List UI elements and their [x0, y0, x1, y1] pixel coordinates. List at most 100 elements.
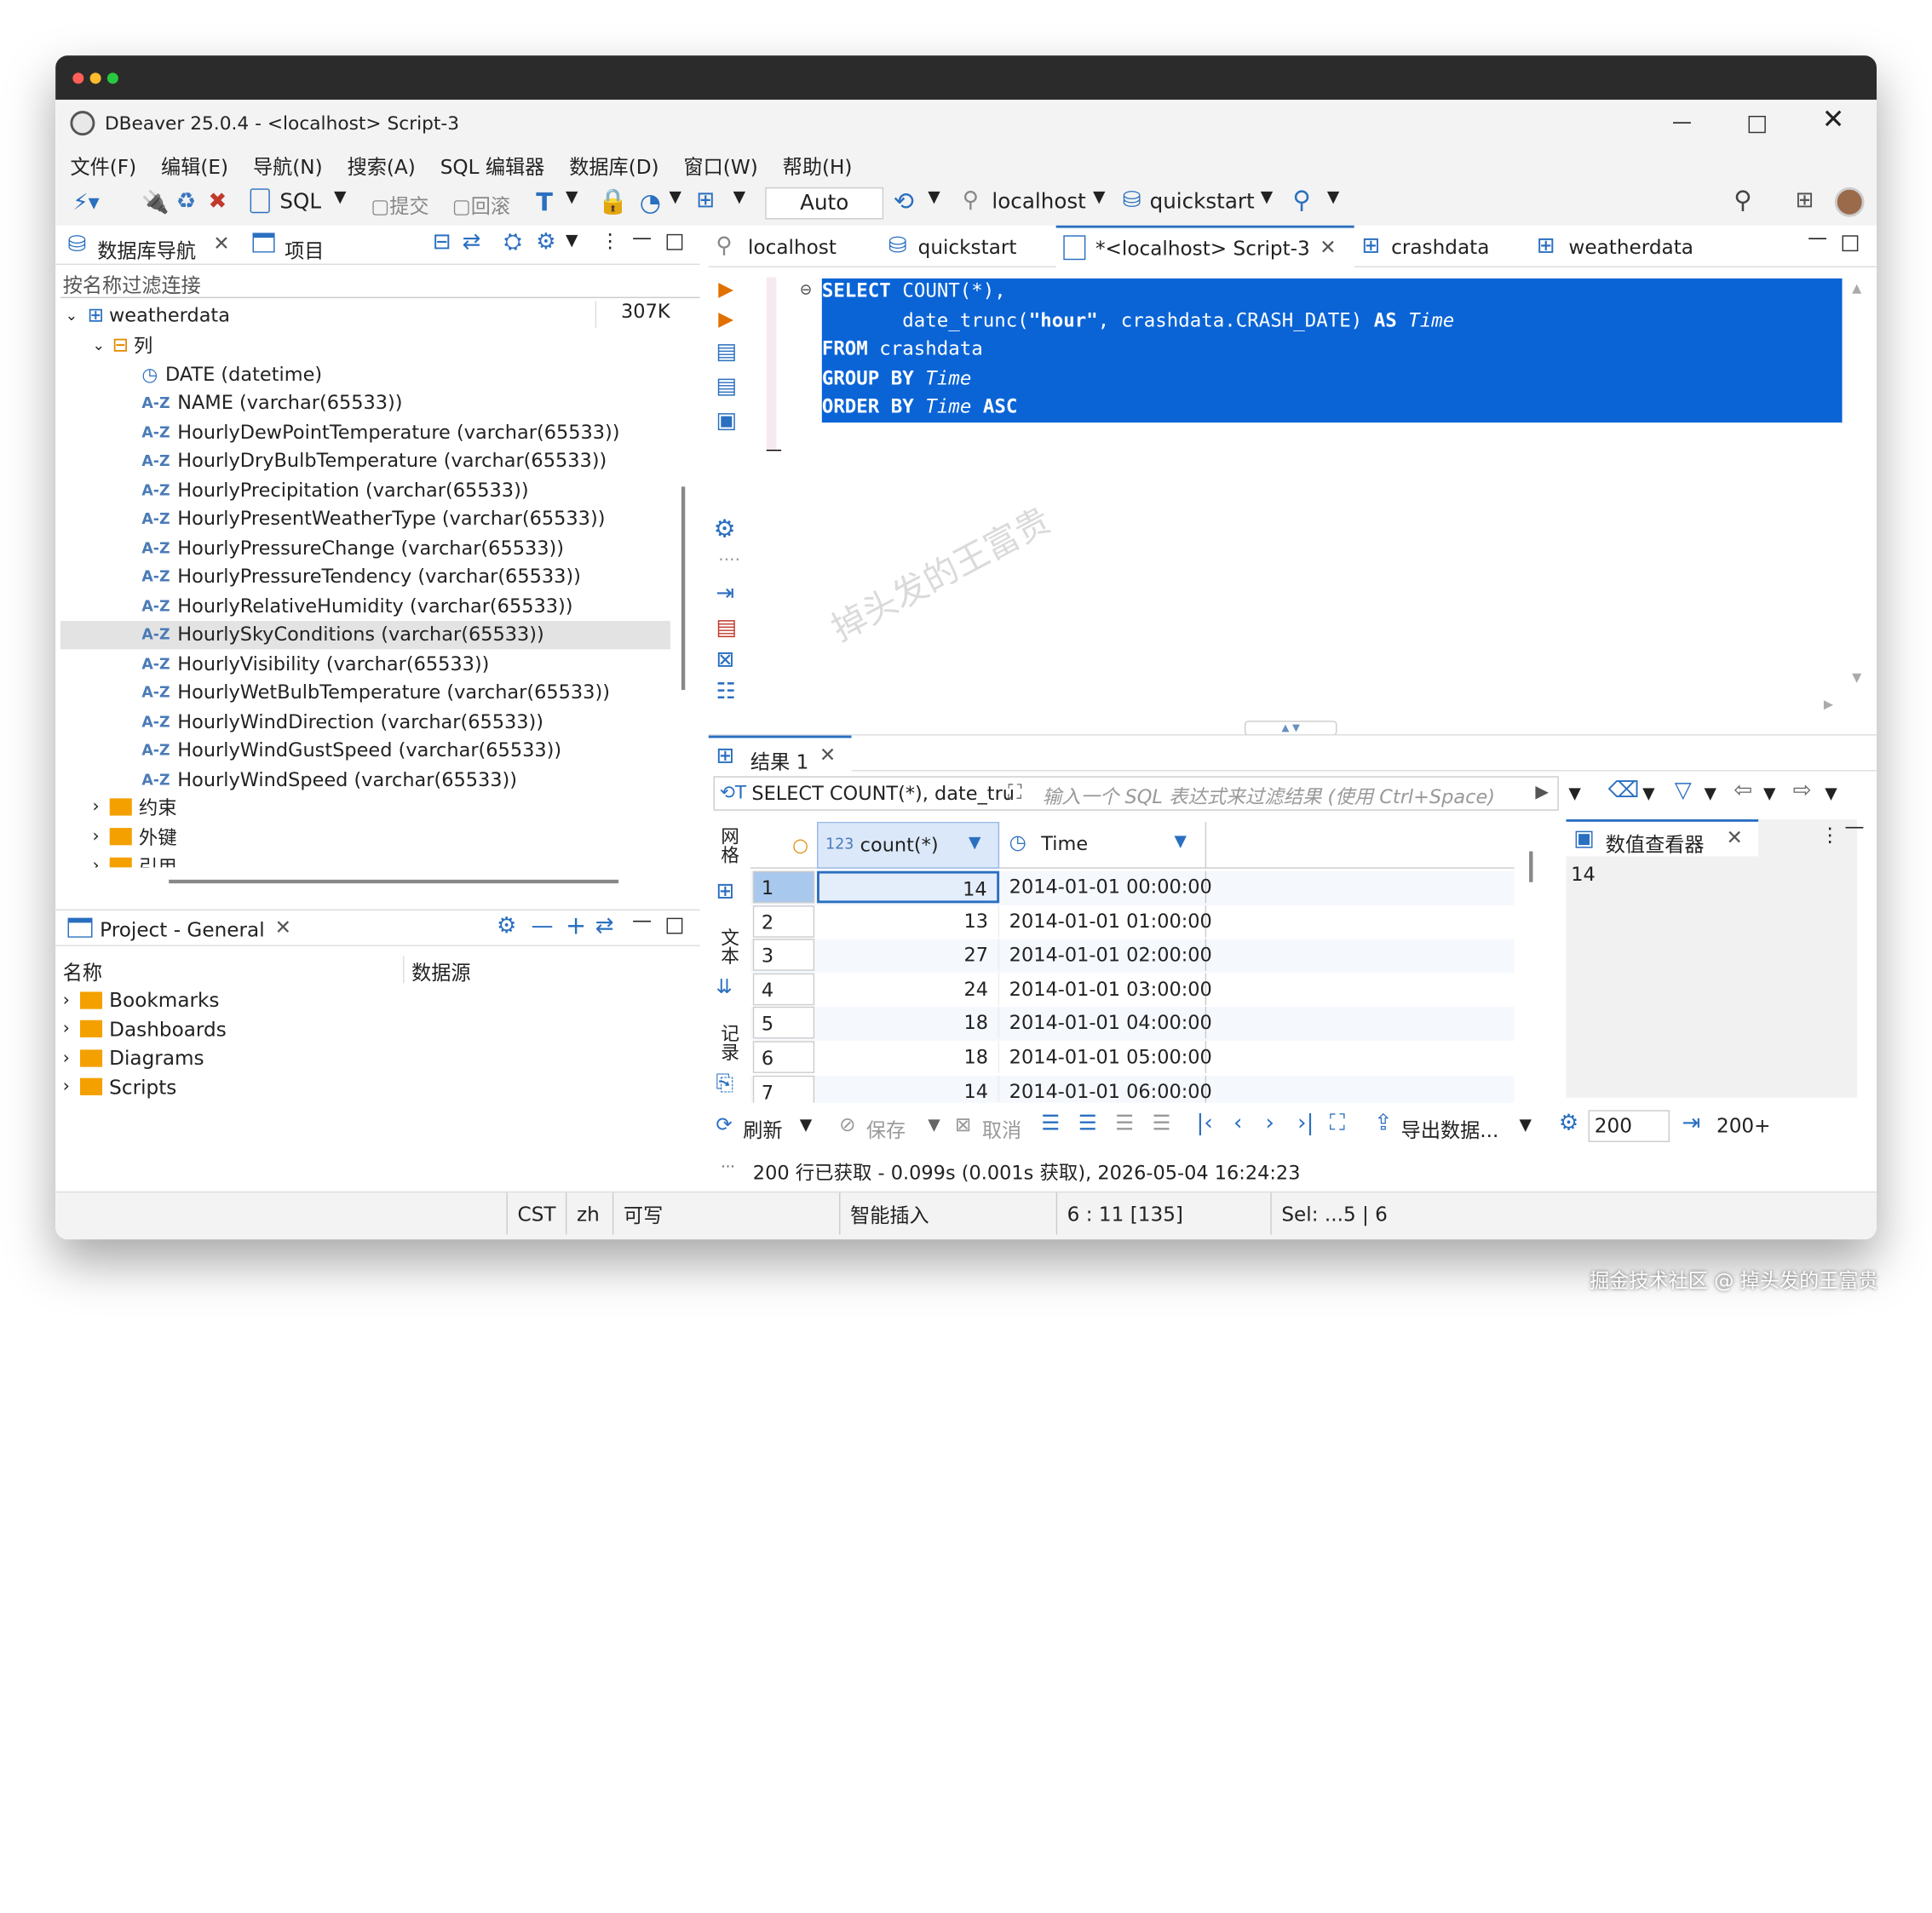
column-header-time[interactable]: ◷ Time ▼: [999, 821, 1207, 869]
menu-help[interactable]: 帮助(H): [783, 150, 853, 180]
cell-time[interactable]: 2014-01-01 03:00:00: [999, 973, 1212, 1006]
settings-icon[interactable]: ⚙: [714, 514, 736, 543]
table-row[interactable]: 6 18 2014-01-01 05:00:00: [750, 1041, 1515, 1076]
filter-history-icon[interactable]: ▼: [1568, 784, 1580, 803]
filter-icon[interactable]: ▽: [1675, 778, 1692, 803]
tree-column-row[interactable]: A-Z HourlySkyConditions (varchar(65533)): [60, 620, 670, 649]
tree-column-row[interactable]: A-Z HourlyWindGustSpeed (varchar(65533)): [60, 736, 670, 764]
history-dropdown-icon[interactable]: ▼: [928, 188, 940, 207]
cell-time[interactable]: 2014-01-01 01:00:00: [999, 905, 1212, 938]
menu-navigate[interactable]: 导航(N): [253, 150, 323, 180]
row-count-button[interactable]: 200+: [1716, 1114, 1771, 1137]
tab-localhost[interactable]: localhost: [748, 235, 837, 258]
terminal-icon[interactable]: ▣: [716, 408, 737, 434]
edit-row-icon[interactable]: ☰: [1041, 1112, 1060, 1136]
delete-row-icon[interactable]: ☰: [1152, 1112, 1170, 1136]
project-item[interactable]: › Bookmarks: [63, 985, 220, 1014]
minimize-dot[interactable]: [89, 72, 101, 84]
cell-count[interactable]: 24: [817, 973, 1000, 1006]
minimize-view-icon[interactable]: —: [632, 226, 652, 249]
datasource-dropdown-icon[interactable]: ▼: [1093, 188, 1105, 207]
navigator-vscrollbar[interactable]: [681, 486, 686, 691]
commit-button[interactable]: ▢提交: [371, 190, 428, 220]
chevron-right-icon[interactable]: ›: [63, 1019, 70, 1038]
maximize-view-icon[interactable]: [666, 233, 683, 250]
row-number[interactable]: 2: [752, 905, 815, 938]
tree-column-row[interactable]: ◷ DATE (datetime): [60, 359, 670, 388]
tree-references-folder[interactable]: › 引用: [60, 852, 177, 868]
cell-count[interactable]: 18: [817, 1041, 1000, 1073]
back-dropdown-icon[interactable]: ▼: [1763, 784, 1775, 803]
cell-time[interactable]: 2014-01-01 06:00:00: [999, 1075, 1212, 1103]
maximize-editor-icon[interactable]: [1842, 235, 1859, 252]
save-button[interactable]: 保存: [866, 1114, 906, 1144]
cancel-button[interactable]: 取消: [982, 1114, 1021, 1144]
tab-quickstart[interactable]: quickstart: [918, 235, 1017, 258]
close-window-button[interactable]: ✕: [1822, 105, 1845, 135]
fold-icon[interactable]: ⊖: [800, 281, 813, 298]
reconnect-icon[interactable]: ♻: [176, 188, 196, 214]
refresh-dropdown-icon[interactable]: ▼: [800, 1117, 812, 1135]
cell-count[interactable]: 14: [817, 870, 1000, 904]
execute-in-new-tab-icon[interactable]: ▶: [718, 307, 733, 330]
tree-table-row[interactable]: ⌄ ⊞ weatherdata: [60, 301, 230, 329]
export-icon[interactable]: ⇥: [716, 580, 734, 606]
new-connection-icon[interactable]: ⚡▾: [72, 190, 99, 215]
table-row[interactable]: 3 27 2014-01-01 02:00:00: [750, 939, 1515, 974]
tree-columns-folder[interactable]: ⌄ ⊟ 列: [60, 330, 152, 359]
panel-splitter[interactable]: ▲ ▼: [1244, 721, 1337, 736]
cell-time[interactable]: 2014-01-01 04:00:00: [999, 1007, 1212, 1039]
chevron-right-icon[interactable]: ›: [63, 1077, 70, 1096]
tree-column-row[interactable]: A-Z HourlyWindSpeed (varchar(65533)): [60, 765, 670, 793]
zoom-dot[interactable]: [106, 72, 118, 84]
rollback-button[interactable]: ▢回滚: [452, 190, 510, 220]
link-editor-icon[interactable]: ⇄: [595, 913, 614, 939]
scroll-right-icon[interactable]: ▶: [1824, 698, 1833, 712]
save-file-icon[interactable]: ⊠: [716, 646, 734, 672]
scroll-up-icon[interactable]: ▲: [1852, 282, 1861, 296]
apply-filter-icon[interactable]: ▶: [1535, 783, 1549, 802]
menu-file[interactable]: 文件(F): [70, 150, 136, 180]
cell-time[interactable]: 2014-01-01 02:00:00: [999, 939, 1212, 972]
table-row[interactable]: 4 24 2014-01-01 03:00:00: [750, 973, 1515, 1008]
project-panel-title[interactable]: Project - General: [100, 918, 264, 941]
minimize-window-button[interactable]: —: [1672, 110, 1692, 133]
active-datasource[interactable]: localhost: [992, 190, 1085, 215]
expand-icon[interactable]: ⛶: [1008, 780, 1021, 805]
tree-constraints-folder[interactable]: › 约束: [60, 792, 176, 820]
column-header-count[interactable]: 123 count(*) ▼: [817, 821, 1000, 869]
back-icon[interactable]: ⇦: [1734, 778, 1752, 803]
filter-dropdown-icon[interactable]: ▼: [1705, 784, 1716, 803]
minimize-editor-icon[interactable]: —: [1808, 226, 1827, 249]
explain-plan-icon[interactable]: ▤: [716, 373, 737, 399]
previous-page-icon[interactable]: ‹: [1233, 1110, 1242, 1135]
outline-icon[interactable]: ☷: [716, 679, 735, 704]
database-dropdown-icon[interactable]: ▼: [1261, 188, 1273, 207]
tab-weatherdata[interactable]: weatherdata: [1568, 235, 1693, 258]
schema-dropdown-icon[interactable]: ▼: [733, 188, 745, 207]
menu-edit[interactable]: 编辑(E): [161, 150, 228, 180]
sort-icon[interactable]: ▼: [969, 834, 980, 853]
close-tab-icon[interactable]: ✕: [1727, 825, 1743, 848]
close-tab-icon[interactable]: ✕: [275, 916, 291, 939]
project-item[interactable]: › Diagrams: [63, 1043, 204, 1071]
view-text-tab[interactable]: 文本: [717, 928, 743, 964]
close-dot[interactable]: [72, 72, 84, 84]
connection-filter-input[interactable]: 按名称过滤连接: [60, 268, 700, 299]
history-icon[interactable]: ⟲: [894, 186, 914, 215]
tab-database-navigator[interactable]: 数据库导航: [97, 234, 196, 264]
maximize-window-button[interactable]: [1748, 115, 1766, 134]
table-row[interactable]: 5 18 2014-01-01 04:00:00: [750, 1007, 1515, 1042]
chevron-right-icon[interactable]: ›: [92, 826, 99, 846]
tree-column-row[interactable]: A-Z HourlyPressureTendency (varchar(65533…: [60, 562, 670, 590]
global-search-icon[interactable]: ⚲: [1734, 185, 1751, 215]
first-page-icon[interactable]: |‹: [1197, 1110, 1213, 1135]
tree-foreign-keys-folder[interactable]: › 外键: [60, 822, 176, 850]
tree-column-row[interactable]: A-Z HourlyPressureChange (varchar(65533)): [60, 533, 670, 561]
chevron-right-icon[interactable]: ›: [63, 1048, 70, 1067]
transaction-dropdown-icon[interactable]: ▼: [566, 188, 578, 207]
cell-time[interactable]: 2014-01-01 05:00:00: [999, 1041, 1212, 1073]
active-database[interactable]: quickstart: [1150, 190, 1255, 215]
add-row-icon[interactable]: ☰: [1078, 1112, 1097, 1136]
table-row[interactable]: 7 14 2014-01-01 06:00:00: [750, 1075, 1515, 1103]
